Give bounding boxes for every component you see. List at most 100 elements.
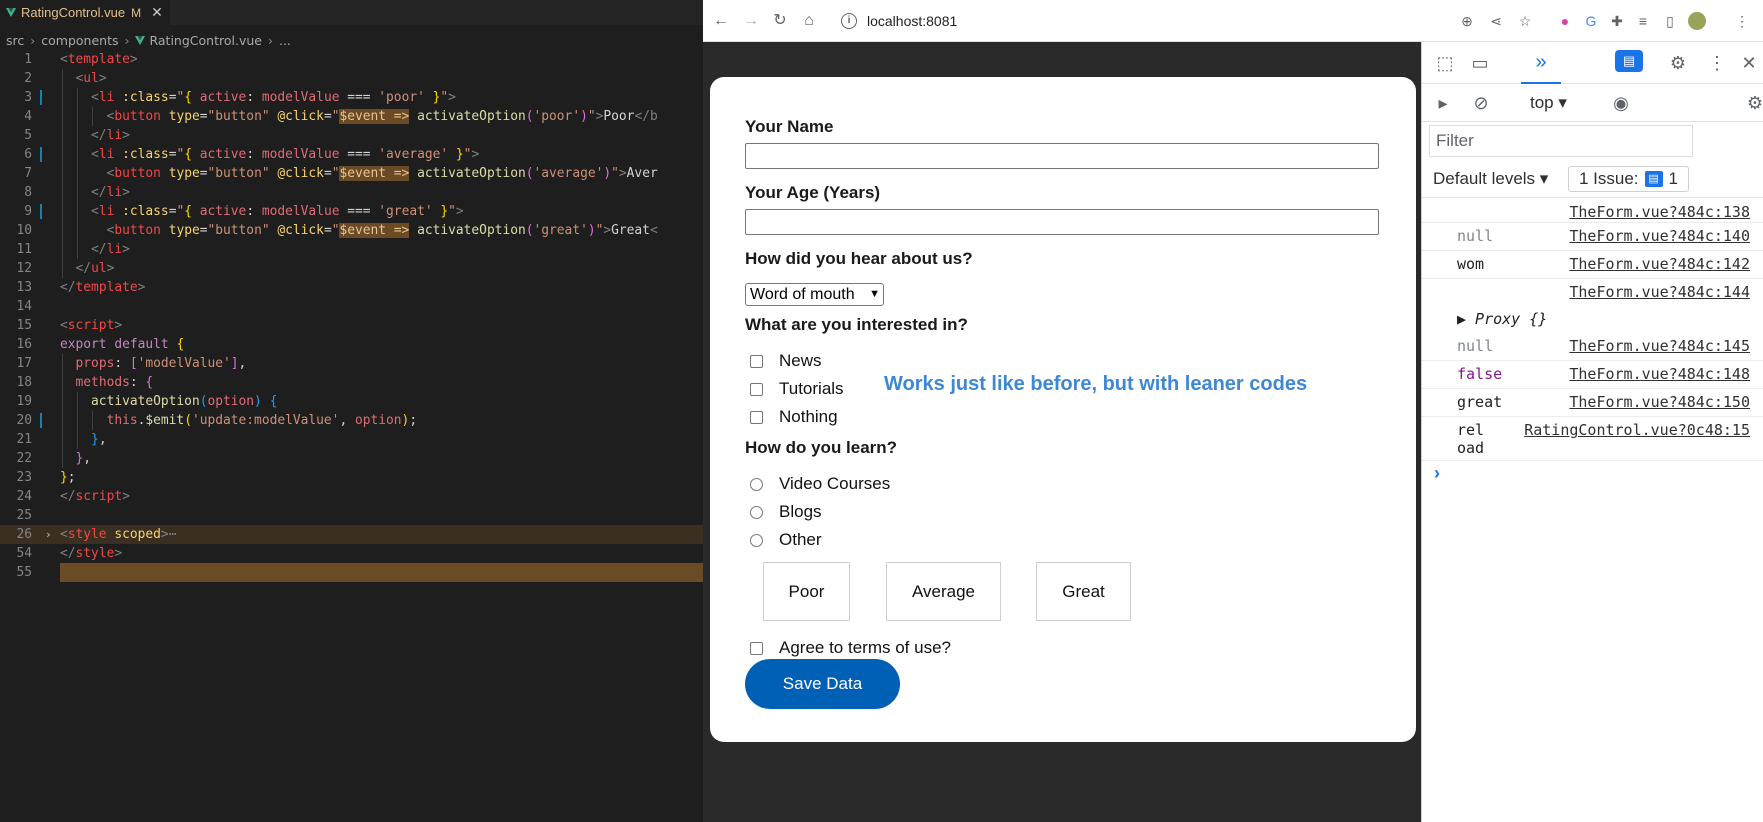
breadcrumb-item[interactable]: components <box>41 33 118 48</box>
puzzle-icon[interactable]: ✚ <box>1608 12 1626 30</box>
forward-icon[interactable]: → <box>741 11 761 31</box>
kebab-menu-icon[interactable]: ⋮ <box>1706 52 1728 74</box>
console-source-link[interactable]: TheForm.vue?484c:145 <box>1569 337 1750 355</box>
console-log-row[interactable]: rel oad RatingControl.vue?0c48:15 <box>1422 417 1763 461</box>
console-source-link[interactable]: TheForm.vue?484c:142 <box>1569 255 1750 273</box>
close-icon[interactable]: ✕ <box>1738 52 1760 74</box>
fold-chevron-icon[interactable]: › <box>45 525 52 544</box>
code-line[interactable]: 17 props: ['modelValue'], <box>0 354 703 373</box>
more-tabs-icon[interactable]: » <box>1521 42 1561 84</box>
menu-icon[interactable]: ⋮ <box>1733 12 1751 30</box>
console-log-row[interactable]: false TheForm.vue?484c:148 <box>1422 361 1763 389</box>
code-line[interactable]: 23}; <box>0 468 703 487</box>
eye-icon[interactable]: ◉ <box>1610 92 1632 114</box>
context-select[interactable]: top ▾ <box>1530 93 1567 113</box>
console-log-row[interactable]: TheForm.vue?484c:138 <box>1422 199 1763 223</box>
breadcrumb-item[interactable]: RatingControl.vue <box>149 33 261 48</box>
zoom-icon[interactable]: ⊕ <box>1458 12 1476 30</box>
console-source-link[interactable]: RatingControl.vue?0c48:15 <box>1524 421 1750 439</box>
share-icon[interactable]: ⋖ <box>1487 12 1505 30</box>
checkbox[interactable] <box>750 354 763 368</box>
console-source-link[interactable]: TheForm.vue?484c:148 <box>1569 365 1750 383</box>
checkbox[interactable] <box>750 382 763 396</box>
code-line[interactable]: 54 </style> <box>0 544 703 563</box>
gear-icon[interactable]: ⚙ <box>1667 52 1689 74</box>
console-log-row[interactable]: ▶ Proxy {} <box>1422 306 1763 333</box>
back-icon[interactable]: ← <box>711 11 731 31</box>
address-bar[interactable]: i localhost:8081 <box>841 7 1711 35</box>
console-log-row[interactable]: great TheForm.vue?484c:150 <box>1422 389 1763 417</box>
rating-great-button[interactable]: Great <box>1036 562 1131 621</box>
code-line[interactable]: 55 <box>0 563 703 582</box>
checkbox[interactable] <box>750 641 763 655</box>
code-line[interactable]: 5 </li> <box>0 126 703 145</box>
code-line[interactable]: 10 <button type="button" @click="$event … <box>0 221 703 240</box>
messages-icon[interactable]: ▤ <box>1615 50 1643 72</box>
interest-option[interactable]: Tutorials <box>750 379 844 399</box>
code-line[interactable]: 4 <button type="button" @click="$event =… <box>0 107 703 126</box>
avatar[interactable] <box>1688 12 1706 30</box>
console-source-link[interactable]: TheForm.vue?484c:144 <box>1569 283 1750 301</box>
code-line[interactable]: 21 }, <box>0 430 703 449</box>
code-line[interactable]: 14 <box>0 297 703 316</box>
editor-tab-ratingcontrol[interactable]: RatingControl.vue M ✕ <box>0 0 170 25</box>
code-line[interactable]: 26 › <style scoped>⋯ <box>0 525 703 544</box>
save-button[interactable]: Save Data <box>745 659 900 709</box>
code-line[interactable]: 8 </li> <box>0 183 703 202</box>
site-info-icon[interactable]: i <box>841 13 857 29</box>
radio[interactable] <box>750 477 763 491</box>
name-input[interactable] <box>745 143 1379 169</box>
code-area[interactable]: 1 <template> 2 <ul> 3 <li :class="{ active:… <box>0 50 703 582</box>
extension-icon[interactable]: ● <box>1556 12 1574 30</box>
code-line[interactable]: 16 export default { <box>0 335 703 354</box>
sidebar-toggle-icon[interactable]: ▸ <box>1432 92 1454 114</box>
close-icon[interactable]: ✕ <box>151 4 163 21</box>
console-log-row[interactable]: wom TheForm.vue?484c:142 <box>1422 251 1763 279</box>
code-line[interactable]: 25 <box>0 506 703 525</box>
breadcrumb-item[interactable]: ... <box>279 33 291 48</box>
gear-icon[interactable]: ⚙ <box>1744 92 1763 114</box>
code-line[interactable]: 13 </template> <box>0 278 703 297</box>
interest-option[interactable]: Nothing <box>750 407 838 427</box>
filter-input[interactable]: Filter <box>1429 125 1693 157</box>
console-prompt[interactable]: › <box>1434 463 1440 484</box>
sidepanel-icon[interactable]: ▯ <box>1661 12 1679 30</box>
code-line[interactable]: 12 </ul> <box>0 259 703 278</box>
checkbox[interactable] <box>750 410 763 424</box>
rating-poor-button[interactable]: Poor <box>763 562 850 621</box>
issues-button[interactable]: 1 Issue: ▤ 1 <box>1568 166 1690 192</box>
translate-icon[interactable]: G <box>1582 12 1600 30</box>
console-source-link[interactable]: TheForm.vue?484c:140 <box>1569 227 1750 245</box>
code-line[interactable]: 24 </script> <box>0 487 703 506</box>
referrer-select[interactable]: Word of mouth ▼ <box>745 283 884 306</box>
console-log-row[interactable]: null TheForm.vue?484c:145 <box>1422 333 1763 361</box>
console-source-link[interactable]: TheForm.vue?484c:150 <box>1569 393 1750 411</box>
learn-option[interactable]: Other <box>750 530 822 550</box>
code-line[interactable]: 1 <template> <box>0 50 703 69</box>
rating-average-button[interactable]: Average <box>886 562 1001 621</box>
media-icon[interactable]: ≡ <box>1634 12 1652 30</box>
code-line[interactable]: 22 }, <box>0 449 703 468</box>
levels-dropdown[interactable]: Default levels ▾ <box>1433 169 1548 189</box>
interest-option[interactable]: News <box>750 351 822 371</box>
code-line[interactable]: 7 <button type="button" @click="$event =… <box>0 164 703 183</box>
code-line[interactable]: 20 this.$emit('update:modelValue', optio… <box>0 411 703 430</box>
console-log-row[interactable]: TheForm.vue?484c:144 <box>1422 279 1763 306</box>
learn-option[interactable]: Video Courses <box>750 474 890 494</box>
code-line[interactable]: 3 <li :class="{ active: modelValue === '… <box>0 88 703 107</box>
learn-option[interactable]: Blogs <box>750 502 822 522</box>
reload-icon[interactable]: ↻ <box>770 11 790 31</box>
bookmark-star-icon[interactable]: ☆ <box>1516 12 1534 30</box>
code-line[interactable]: 19 activateOption(option) { <box>0 392 703 411</box>
code-line[interactable]: 6 <li :class="{ active: modelValue === '… <box>0 145 703 164</box>
home-icon[interactable]: ⌂ <box>799 11 819 31</box>
radio[interactable] <box>750 505 763 519</box>
code-line[interactable]: 11 </li> <box>0 240 703 259</box>
inspect-icon[interactable]: ⬚ <box>1434 52 1456 74</box>
code-line[interactable]: 9 <li :class="{ active: modelValue === '… <box>0 202 703 221</box>
console-source-link[interactable]: TheForm.vue?484c:138 <box>1569 203 1750 221</box>
code-line[interactable]: 2 <ul> <box>0 69 703 88</box>
terms-option[interactable]: Agree to terms of use? <box>750 638 951 658</box>
code-line[interactable]: 18 methods: { <box>0 373 703 392</box>
device-toggle-icon[interactable]: ▭ <box>1469 52 1491 74</box>
